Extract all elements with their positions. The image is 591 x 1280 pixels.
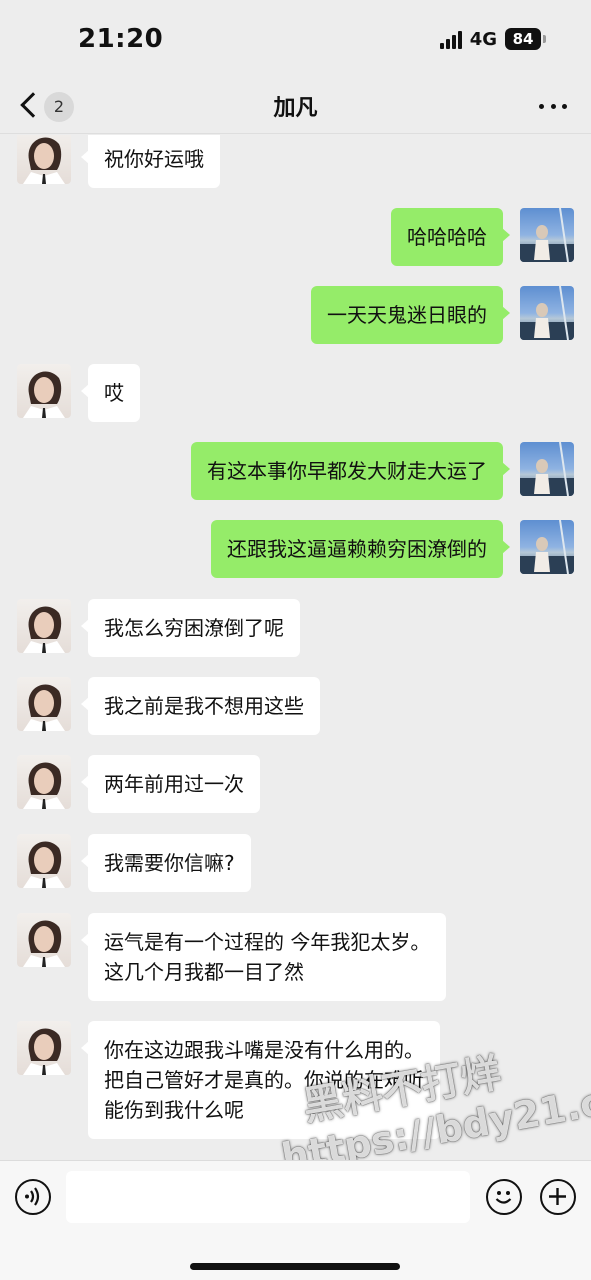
status-indicators: 4G 84: [439, 28, 546, 50]
plus-icon: [549, 1188, 566, 1205]
more-button[interactable]: [539, 94, 567, 118]
more-icon-dot: [550, 103, 556, 109]
message-list[interactable]: 祝你好运哦 哈哈哈哈 一天天鬼迷日眼的 哎 有这本事你早都发大财走大运了 还跟我…: [0, 135, 591, 1160]
more-actions-button[interactable]: [540, 1179, 576, 1215]
voice-button[interactable]: [15, 1179, 51, 1215]
contact-avatar[interactable]: [17, 135, 71, 184]
message-input[interactable]: [66, 1171, 470, 1223]
contact-avatar[interactable]: [17, 755, 71, 809]
more-icon-dot: [562, 103, 567, 109]
message-bubble-incoming[interactable]: 你在这边跟我斗嘴是没有什么用的。 把自己管好才是真的。你说的在难听 能伤到我什么…: [81, 1021, 440, 1139]
chat-title: 加凡: [273, 96, 318, 121]
contact-avatar[interactable]: [17, 913, 71, 967]
contact-avatar[interactable]: [17, 677, 71, 731]
signal-icon: [439, 29, 462, 49]
chat-header: 2 加凡: [0, 78, 591, 134]
my-avatar[interactable]: [520, 520, 574, 574]
message-bubble-incoming[interactable]: 祝你好运哦: [81, 135, 220, 188]
network-type: 4G: [469, 28, 497, 50]
contact-avatar[interactable]: [17, 599, 71, 653]
voice-icon: [25, 1187, 40, 1206]
contact-avatar[interactable]: [17, 364, 71, 418]
message-bubble-incoming[interactable]: 我需要你信嘛?: [81, 834, 251, 892]
status-bar: 21:20 4G 84: [0, 0, 591, 78]
my-avatar[interactable]: [520, 286, 574, 340]
home-indicator: [190, 1263, 400, 1270]
message-bubble-incoming[interactable]: 运气是有一个过程的 今年我犯太岁。 这几个月我都一目了然: [80, 913, 447, 1001]
message-bubble-incoming[interactable]: 两年前用过一次: [81, 755, 260, 813]
message-bubble-incoming[interactable]: 哎: [81, 364, 140, 422]
message-bubble-outgoing[interactable]: 一天天鬼迷日眼的: [311, 286, 510, 344]
more-icon: [539, 103, 544, 109]
message-bubble-incoming[interactable]: 我怎么穷困潦倒了呢: [81, 599, 300, 657]
status-time: 21:20: [78, 24, 164, 54]
contact-avatar[interactable]: [17, 1021, 71, 1075]
my-avatar[interactable]: [520, 442, 574, 496]
battery-icon: 84: [505, 28, 546, 50]
emoji-icon: [495, 1191, 512, 1204]
contact-avatar[interactable]: [17, 834, 71, 888]
message-bubble-outgoing[interactable]: 哈哈哈哈: [391, 208, 510, 266]
message-bubble-outgoing[interactable]: 还跟我这逼逼赖赖穷困潦倒的: [211, 520, 510, 578]
emoji-button[interactable]: [486, 1179, 522, 1215]
message-bubble-outgoing[interactable]: 有这本事你早都发大财走大运了: [191, 442, 510, 500]
message-bubble-incoming[interactable]: 我之前是我不想用这些: [81, 677, 320, 735]
my-avatar[interactable]: [520, 208, 574, 262]
input-bar: [0, 1160, 591, 1280]
